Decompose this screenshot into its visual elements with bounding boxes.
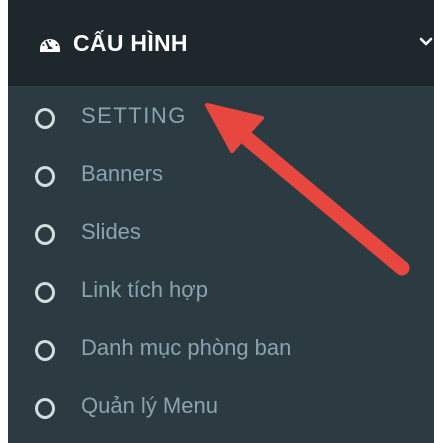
menu-item-label: Link tích hợp — [81, 277, 208, 302]
menu-item-label: Quản lý Menu — [81, 393, 218, 418]
dashboard-icon — [40, 39, 60, 52]
menu-item-label: Banners — [81, 161, 163, 186]
circle-outline-icon — [35, 166, 55, 187]
circle-outline-icon — [35, 108, 55, 129]
circle-outline-icon — [35, 282, 55, 303]
circle-outline-icon — [35, 398, 55, 419]
circle-outline-icon — [35, 224, 55, 245]
menu-item-label: Danh mục phòng ban — [81, 335, 292, 360]
left-edge-strip — [0, 0, 8, 443]
menu-item-banners[interactable]: Banners — [8, 144, 434, 202]
menu-item-label: SETTING — [81, 103, 187, 128]
menu-item-slides[interactable]: Slides — [8, 202, 434, 260]
config-submenu: SETTING Banners Slides Link tích hợp Dan… — [8, 86, 434, 443]
menu-item-danh-muc-phong-ban[interactable]: Danh mục phòng ban — [8, 318, 434, 376]
config-section-header[interactable]: CẤU HÌNH — [8, 0, 434, 86]
chevron-down-icon[interactable] — [418, 34, 434, 50]
menu-item-setting[interactable]: SETTING — [8, 86, 434, 144]
circle-outline-icon — [35, 340, 55, 361]
menu-item-link-tich-hop[interactable]: Link tích hợp — [8, 260, 434, 318]
menu-item-quan-ly-menu[interactable]: Quản lý Menu — [8, 376, 434, 434]
sidebar-menu: CẤU HÌNH SETTING Banners Slides Link tíc… — [0, 0, 434, 443]
menu-item-label: Slides — [81, 219, 141, 244]
config-section-title: CẤU HÌNH — [73, 30, 188, 56]
